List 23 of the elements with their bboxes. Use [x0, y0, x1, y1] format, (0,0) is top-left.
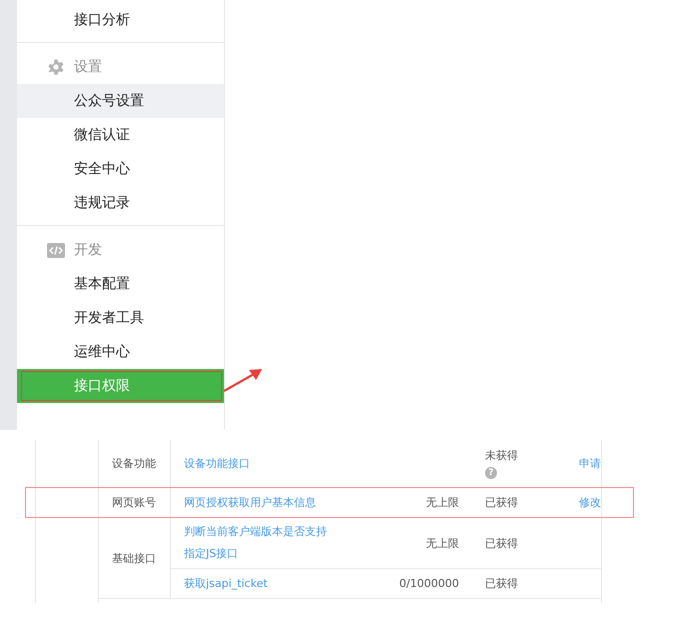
limit-text: 0/1000000: [399, 577, 459, 590]
sidebar-item[interactable]: 开发者工具: [17, 301, 224, 335]
limit-text: 无上限: [426, 536, 459, 550]
category-label: 网页账号: [99, 488, 171, 517]
sidebar-item[interactable]: 运维中心: [17, 335, 224, 369]
section-heading: 设置: [74, 58, 102, 76]
status-text: 未获得: [485, 448, 518, 463]
sidebar-item[interactable]: 违规记录: [17, 186, 224, 220]
sidebar-item[interactable]: 公众号设置: [17, 84, 224, 118]
category-label: 基础接口: [99, 518, 171, 598]
status-text: 已获得: [485, 576, 518, 591]
sidebar-item[interactable]: 接口分析: [17, 3, 224, 37]
gear-icon: [47, 58, 65, 76]
arrow: [223, 369, 262, 392]
category-label: 设备功能: [99, 440, 171, 487]
limit-text: 无上限: [426, 496, 459, 509]
sidebar-item[interactable]: 基本配置: [17, 267, 224, 301]
sidebar-item[interactable]: 微信认证: [17, 118, 224, 152]
section-heading: 开发: [74, 241, 102, 259]
status-text: 已获得: [485, 495, 518, 510]
code-icon: [47, 242, 65, 258]
status-text: 已获得: [485, 536, 518, 550]
sidebar-item[interactable]: 安全中心: [17, 152, 224, 186]
